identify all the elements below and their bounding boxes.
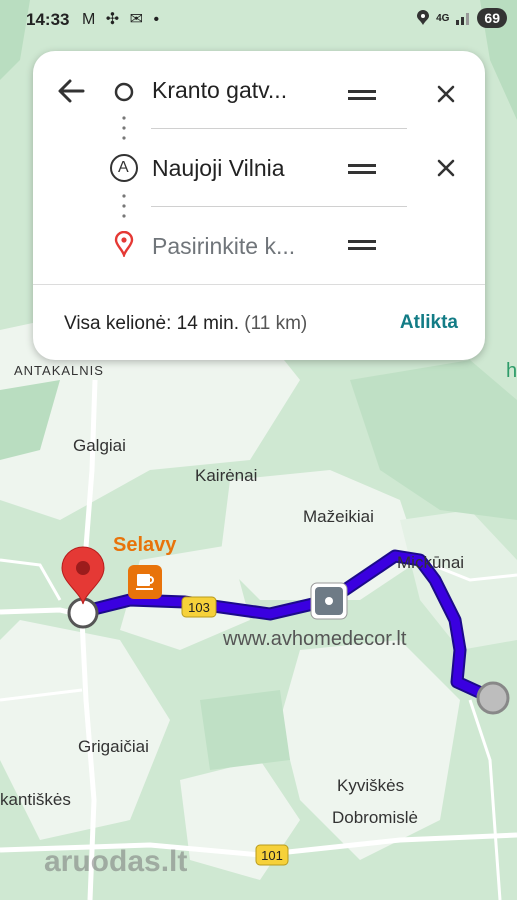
- done-button[interactable]: Atlikta: [400, 312, 458, 334]
- road-shield-103: 103: [181, 596, 217, 618]
- svg-text:103: 103: [188, 600, 210, 615]
- place-label-galgiai: Galgiai: [73, 436, 126, 455]
- remove-stop-icon[interactable]: [434, 156, 458, 180]
- place-label-antakalnis: ANTAKALNIS: [14, 363, 104, 378]
- trip-distance: (11 km): [244, 313, 308, 334]
- destination-input[interactable]: Pasirinkite k...: [152, 233, 295, 260]
- place-label-edge: h: [506, 360, 517, 382]
- origin-row[interactable]: Kranto gatv...: [33, 55, 485, 115]
- place-label-kyviskes: Kyviškės: [337, 776, 405, 795]
- separator: [151, 206, 407, 207]
- network-type: 4G: [436, 12, 450, 24]
- drag-handle-icon[interactable]: [347, 160, 377, 180]
- place-label-kairenai: Kairėnai: [195, 466, 258, 485]
- road-shield-101: 101: [255, 844, 289, 866]
- cafe-poi-icon[interactable]: [128, 565, 162, 599]
- watermark-url: www.avhomedecor.lt: [223, 628, 407, 650]
- destination-row[interactable]: Pasirinkite k...: [33, 211, 485, 271]
- stop-marker-a-letter: A: [118, 159, 129, 176]
- place-label-dobromisle: Dobromislė: [332, 808, 418, 827]
- watermark-brand: aruodas.lt: [44, 845, 188, 878]
- drag-handle-icon[interactable]: [347, 236, 377, 256]
- trip-duration: Visa kelionė: 14 min.: [64, 313, 239, 334]
- separator: [151, 128, 407, 129]
- stop-a-input[interactable]: Naujoji Vilnia: [152, 155, 285, 182]
- stop-a-row[interactable]: A Naujoji Vilnia: [33, 133, 485, 193]
- divider: [33, 284, 485, 285]
- location-marker-icon[interactable]: [310, 582, 348, 620]
- trip-summary: Visa kelionė: 14 min. (11 km): [64, 313, 307, 335]
- status-time: 14:33: [26, 10, 70, 29]
- drag-handle-icon[interactable]: [347, 86, 377, 106]
- location-status-icon: [417, 10, 430, 25]
- route-end-point[interactable]: [476, 681, 510, 715]
- place-label-antiskes: kantiškės: [0, 790, 71, 809]
- place-label-mazeikiai: Mažeikiai: [303, 507, 374, 526]
- poi-label-selavy[interactable]: Selavy: [113, 534, 177, 556]
- status-bar: 14:33 M ✣ ✉ • 4G 69: [0, 0, 517, 40]
- notification-icons: M ✣ ✉ •: [82, 11, 163, 28]
- place-label-mickunai: Mickūnai: [397, 553, 465, 572]
- destination-pin-outline-icon: [114, 231, 134, 257]
- origin-input[interactable]: Kranto gatv...: [152, 77, 287, 104]
- signal-icon: [456, 13, 470, 25]
- place-label-grigaiciai: Grigaičiai: [78, 737, 149, 756]
- battery-indicator: 69: [477, 8, 507, 28]
- remove-origin-icon[interactable]: [434, 82, 458, 106]
- svg-text:101: 101: [261, 848, 283, 863]
- origin-circle-icon: [114, 82, 134, 102]
- directions-panel: Kranto gatv... A Naujoji Vilnia Pasirink…: [33, 51, 485, 360]
